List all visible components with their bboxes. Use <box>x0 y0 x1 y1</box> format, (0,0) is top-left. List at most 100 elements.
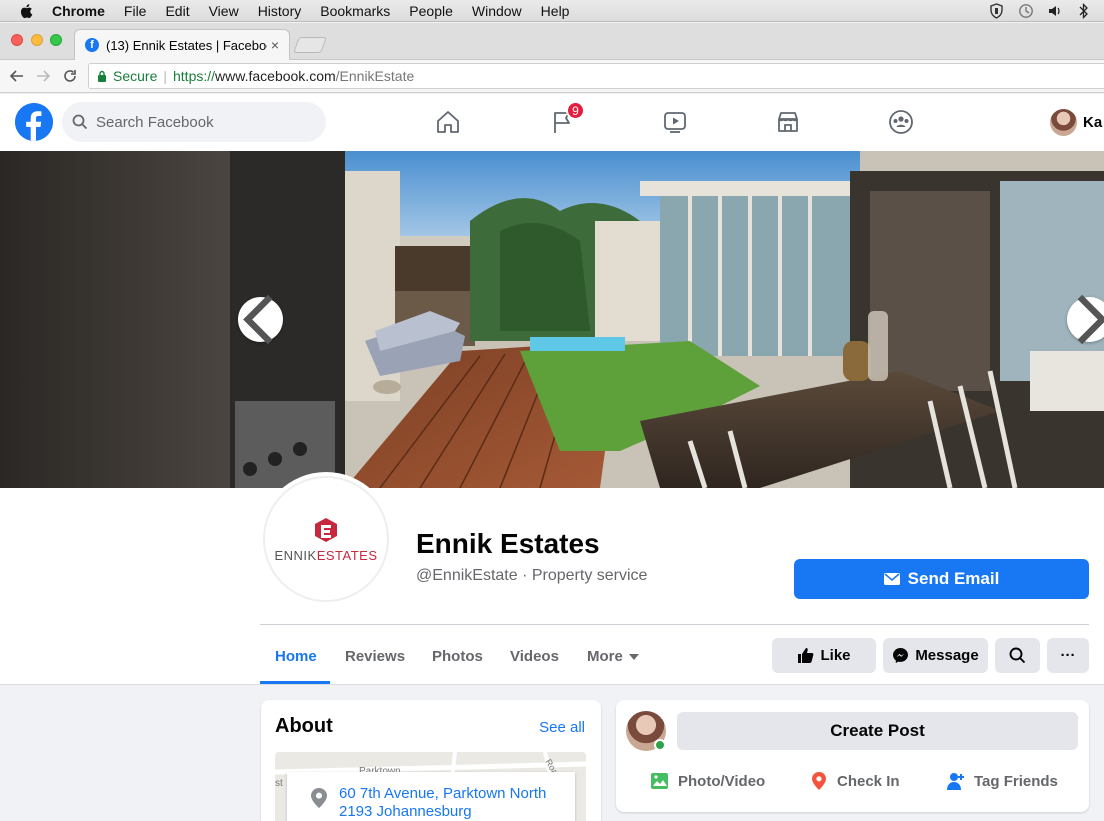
location-map[interactable]: Parktown st Road 60 7th Avenue, Parktown… <box>275 752 586 821</box>
bluetooth-icon[interactable] <box>1075 2 1092 19</box>
address-line-1: 60 7th Avenue, Parktown North <box>339 785 547 802</box>
shield-icon[interactable] <box>988 2 1005 19</box>
photo-icon <box>651 773 668 789</box>
close-window-button[interactable] <box>11 34 23 46</box>
tag-friends-button[interactable]: Tag Friends <box>946 771 1058 791</box>
message-button[interactable]: Message <box>883 638 988 673</box>
check-in-button[interactable]: Check In <box>809 771 900 791</box>
caret-down-icon <box>628 654 639 661</box>
header-divider <box>260 624 1089 625</box>
messenger-icon <box>893 648 909 663</box>
chevron-right-icon <box>1077 294 1104 345</box>
about-title: About <box>275 715 333 737</box>
check-in-label: Check In <box>837 772 900 790</box>
page-profile-picture[interactable]: ENNIKESTATES <box>263 476 389 602</box>
send-email-label: Send Email <box>907 569 1000 588</box>
tab-reviews[interactable]: Reviews <box>345 648 405 665</box>
volume-icon[interactable] <box>1046 2 1063 19</box>
home-tab-icon[interactable] <box>428 104 468 140</box>
avatar <box>1050 109 1077 136</box>
address-text[interactable]: 60 7th Avenue, Parktown North 2193 Johan… <box>339 785 546 821</box>
search-input[interactable] <box>96 113 306 131</box>
photo-video-label: Photo/Video <box>678 772 766 790</box>
address-bar[interactable]: Secure | https:// www.facebook.com /Enni… <box>88 63 1104 89</box>
notification-badge: 9 <box>566 101 585 120</box>
svg-text:st: st <box>275 778 283 789</box>
carousel-prev-button[interactable] <box>238 294 283 345</box>
facebook-favicon-icon: f <box>85 38 99 52</box>
facebook-search[interactable] <box>62 102 326 142</box>
url-path: /EnnikEstate <box>335 68 415 84</box>
online-status-dot <box>654 739 666 751</box>
facebook-logo-icon[interactable] <box>15 103 53 141</box>
post-composer: Create Post Photo/Video Check In Tag Fri… <box>616 700 1089 812</box>
tag-friends-label: Tag Friends <box>974 772 1058 790</box>
groups-icon[interactable] <box>881 104 921 140</box>
photo-video-button[interactable]: Photo/Video <box>650 771 765 791</box>
active-tab-indicator <box>260 681 330 684</box>
time-machine-icon[interactable] <box>1017 2 1034 19</box>
browser-tab[interactable]: f (13) Ennik Estates | Facebook × <box>74 29 290 60</box>
see-all-link[interactable]: See all <box>539 719 585 736</box>
minimize-window-button[interactable] <box>31 34 43 46</box>
search-icon <box>72 114 88 130</box>
send-email-button[interactable]: Send Email <box>794 559 1089 599</box>
tag-friends-icon <box>947 773 964 790</box>
menu-edit[interactable]: Edit <box>165 3 189 19</box>
chevron-left-icon <box>243 294 273 345</box>
menu-history[interactable]: History <box>258 3 302 19</box>
message-label: Message <box>915 647 979 664</box>
page-search-button[interactable] <box>995 638 1040 673</box>
profile-name: Ka <box>1083 114 1103 131</box>
menu-people[interactable]: People <box>409 3 453 19</box>
tab-close-icon[interactable]: × <box>267 37 283 53</box>
thumbs-up-icon <box>798 648 814 663</box>
tab-photos[interactable]: Photos <box>432 648 483 665</box>
ennik-logo-icon <box>315 517 337 542</box>
location-pin-icon <box>311 788 327 808</box>
cover-image <box>0 151 1104 488</box>
new-tab-button[interactable] <box>293 37 327 53</box>
menu-file[interactable]: File <box>124 3 147 19</box>
more-options-button[interactable]: ··· <box>1047 638 1089 673</box>
about-card: About See all Parktown st Road 60 7th Av… <box>261 700 601 821</box>
url-scheme: https:// <box>173 68 216 84</box>
page-handle-category: @EnnikEstate · Property service <box>416 567 648 584</box>
apple-icon[interactable] <box>18 2 36 20</box>
facebook-top-nav <box>0 94 1104 151</box>
location-pin-icon <box>812 772 826 790</box>
lock-icon <box>98 70 106 82</box>
create-post-button[interactable]: Create Post <box>677 712 1078 750</box>
carousel-next-button[interactable] <box>1067 294 1104 345</box>
watch-video-icon[interactable] <box>655 104 695 140</box>
tab-more-label: More <box>587 648 623 665</box>
menu-window[interactable]: Window <box>472 3 522 19</box>
ennik-logo-text: ENNIKESTATES <box>274 547 378 563</box>
menubar-status-area <box>988 2 1092 19</box>
tab-more[interactable]: More <box>587 648 639 665</box>
like-button[interactable]: Like <box>772 638 876 673</box>
menu-bookmarks[interactable]: Bookmarks <box>320 3 390 19</box>
reload-icon[interactable] <box>60 66 80 86</box>
menu-help[interactable]: Help <box>541 3 570 19</box>
forward-arrow-icon[interactable] <box>33 66 53 86</box>
back-arrow-icon[interactable] <box>7 66 27 86</box>
zoom-window-button[interactable] <box>50 34 62 46</box>
tab-videos[interactable]: Videos <box>510 648 559 665</box>
search-icon <box>1009 647 1026 664</box>
secure-label: Secure <box>113 68 158 84</box>
tab-home[interactable]: Home <box>275 648 317 665</box>
cover-photo[interactable] <box>0 151 1104 488</box>
address-line-2: 2193 Johannesburg <box>339 803 472 820</box>
profile-shortcut[interactable]: Ka <box>1050 109 1102 136</box>
marketplace-store-icon[interactable] <box>768 104 808 140</box>
address-separator: | <box>163 68 167 84</box>
like-label: Like <box>820 647 851 664</box>
page-title: Ennik Estates <box>416 528 600 559</box>
menu-view[interactable]: View <box>209 3 239 19</box>
more-options-icon: ··· <box>1060 647 1076 664</box>
browser-tabstrip: f (13) Ennik Estates | Facebook × <box>0 23 1104 60</box>
browser-toolbar: Secure | https:// www.facebook.com /Enni… <box>0 60 1104 93</box>
address-popup[interactable]: 60 7th Avenue, Parktown North 2193 Johan… <box>287 772 575 821</box>
menu-app-name[interactable]: Chrome <box>52 3 105 19</box>
